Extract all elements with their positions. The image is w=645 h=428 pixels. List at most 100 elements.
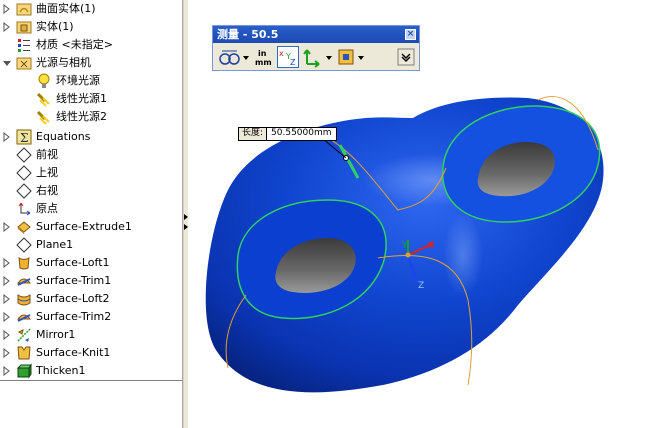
expand-toggle-icon[interactable] (3, 276, 11, 286)
surface-trim-icon (16, 273, 32, 289)
tree-item-top-plane[interactable]: 上视 (0, 164, 182, 182)
tree-item-surface-loft2[interactable]: Surface-Loft2 (0, 290, 182, 308)
tree-item-label: 线性光源2 (56, 110, 107, 123)
tree-item-right-plane[interactable]: 右视 (0, 182, 182, 200)
tree-item-label: 原点 (36, 202, 58, 215)
plane-icon (16, 147, 32, 163)
measure-title: 测量 - 50.5 (217, 28, 279, 41)
tree-item-label: Surface-Knit1 (36, 346, 111, 359)
ambient-light-icon (36, 73, 52, 89)
expand-toggle-icon[interactable] (3, 312, 11, 322)
directional-light-icon (36, 109, 52, 125)
tree-item-origin[interactable]: 原点 (0, 200, 182, 218)
arc-circle-measure-button[interactable] (217, 46, 251, 68)
triad-y-label: Y (401, 241, 408, 251)
units-line-2: mm (255, 58, 272, 67)
tree-item-label: Equations (36, 130, 91, 143)
svg-text:Z: Z (290, 58, 296, 67)
expand-toggle-icon[interactable] (3, 366, 11, 376)
triad-z-label: Z (418, 281, 424, 291)
plane-icon (16, 183, 32, 199)
plane-icon (16, 237, 32, 253)
tree-item-label: 曲面实体(1) (36, 2, 96, 15)
expand-toggle-icon[interactable] (3, 330, 11, 340)
tree-item-label: Surface-Trim2 (36, 310, 112, 323)
tree-item-mirror1[interactable]: Mirror1 (0, 326, 182, 344)
tree-item-surface-extrude1[interactable]: Surface-Extrude1 (0, 218, 182, 236)
tree-item-label: 线性光源1 (56, 92, 107, 105)
equations-icon: Σ (16, 129, 32, 145)
expand-toggle-icon[interactable] (3, 258, 11, 268)
tree-item-surface-bodies[interactable]: 曲面实体(1) (0, 0, 182, 18)
svg-text:Σ: Σ (20, 131, 28, 145)
tree-item-label: Plane1 (36, 238, 74, 251)
surface-trim-icon (16, 309, 32, 325)
expand-icon (397, 48, 415, 66)
tree-item-directional-light-2[interactable]: 线性光源2 (0, 108, 182, 126)
tree-item-front-plane[interactable]: 前视 (0, 146, 182, 164)
tree-item-ambient-light[interactable]: 环境光源 (0, 72, 182, 90)
units-precision-icon: in mm (255, 49, 272, 67)
point-to-point-button[interactable] (303, 46, 335, 68)
tree-item-label: Surface-Loft2 (36, 292, 110, 305)
expand-toggle-icon[interactable] (3, 132, 11, 142)
triad-x-label: X (428, 241, 434, 251)
expand-toggle-icon[interactable] (3, 348, 11, 358)
measure-title-bar[interactable]: 测量 - 50.5 × (213, 26, 419, 43)
tree-item-label: 光源与相机 (36, 56, 91, 69)
tree-item-directional-light-1[interactable]: 线性光源1 (0, 90, 182, 108)
svg-text:x: x (279, 49, 284, 58)
expand-toggle-icon[interactable] (3, 294, 11, 304)
tree-item-surface-loft1[interactable]: Surface-Loft1 (0, 254, 182, 272)
tree-item-surface-knit1[interactable]: Surface-Knit1 (0, 344, 182, 362)
plane-icon (16, 165, 32, 181)
tree-item-label: Surface-Extrude1 (36, 220, 132, 233)
tree-item-surface-trim1[interactable]: Surface-Trim1 (0, 272, 182, 290)
collapse-toggle-icon[interactable] (3, 58, 11, 68)
xyz-measure-button[interactable]: x Y Z (277, 46, 299, 68)
tree-item-label: Surface-Loft1 (36, 256, 110, 269)
surface-loft-icon (16, 291, 32, 307)
model-highlight (443, 213, 483, 297)
tree-item-equations[interactable]: Σ Equations (0, 128, 182, 146)
tree-item-label: Mirror1 (36, 328, 76, 341)
lights-cameras-folder-icon (16, 55, 32, 71)
create-sensor-button[interactable] (337, 46, 367, 68)
tree-item-label: 实体(1) (36, 20, 74, 33)
tree-item-label: 环境光源 (56, 74, 100, 87)
tree-item-solid-bodies[interactable]: 实体(1) (0, 18, 182, 36)
feature-manager-tree: 曲面实体(1) 实体(1) 材质 <未指定> 光源与相机 环境光源 线性光源1 … (0, 0, 183, 428)
tree-item-label: 上视 (36, 166, 58, 179)
tree-item-material[interactable]: 材质 <未指定> (0, 36, 182, 54)
directional-light-icon (36, 91, 52, 107)
expand-toggle-icon[interactable] (3, 22, 11, 32)
tree-item-label: 材质 <未指定> (36, 38, 113, 51)
surface-bodies-folder-icon (16, 1, 32, 17)
tree-item-label: 右视 (36, 184, 58, 197)
tree-item-surface-trim2[interactable]: Surface-Trim2 (0, 308, 182, 326)
material-icon (16, 37, 32, 53)
tree-end-divider (0, 380, 182, 381)
surface-extrude-icon (16, 219, 32, 235)
measure-dialog[interactable]: 测量 - 50.5 × in mm x Y Z (212, 25, 420, 71)
surface-loft-icon (16, 255, 32, 271)
xyz-measure-icon: x Y Z (279, 49, 296, 67)
thicken-icon (16, 363, 32, 379)
units-line-1: in (258, 49, 267, 58)
close-button[interactable]: × (405, 29, 416, 40)
origin-icon (16, 201, 32, 217)
solid-bodies-folder-icon (16, 19, 32, 35)
create-sensor-icon (338, 49, 364, 65)
expand-toggle-icon[interactable] (3, 4, 11, 14)
tree-item-thicken1[interactable]: Thicken1 (0, 362, 182, 380)
expand-toggle-icon[interactable] (3, 222, 11, 232)
measurement-value: 50.55000mm (271, 128, 332, 138)
tree-item-plane1[interactable]: Plane1 (0, 236, 182, 254)
surface-knit-icon (16, 345, 32, 361)
tree-item-lights-cameras[interactable]: 光源与相机 (0, 54, 182, 72)
tree-item-label: Thicken1 (36, 364, 86, 377)
expand-dialog-button[interactable] (397, 46, 415, 68)
mirror-icon (16, 327, 32, 343)
units-precision-button[interactable]: in mm (253, 46, 275, 68)
measurement-callout: 长度: 50.55000mm (238, 127, 337, 141)
